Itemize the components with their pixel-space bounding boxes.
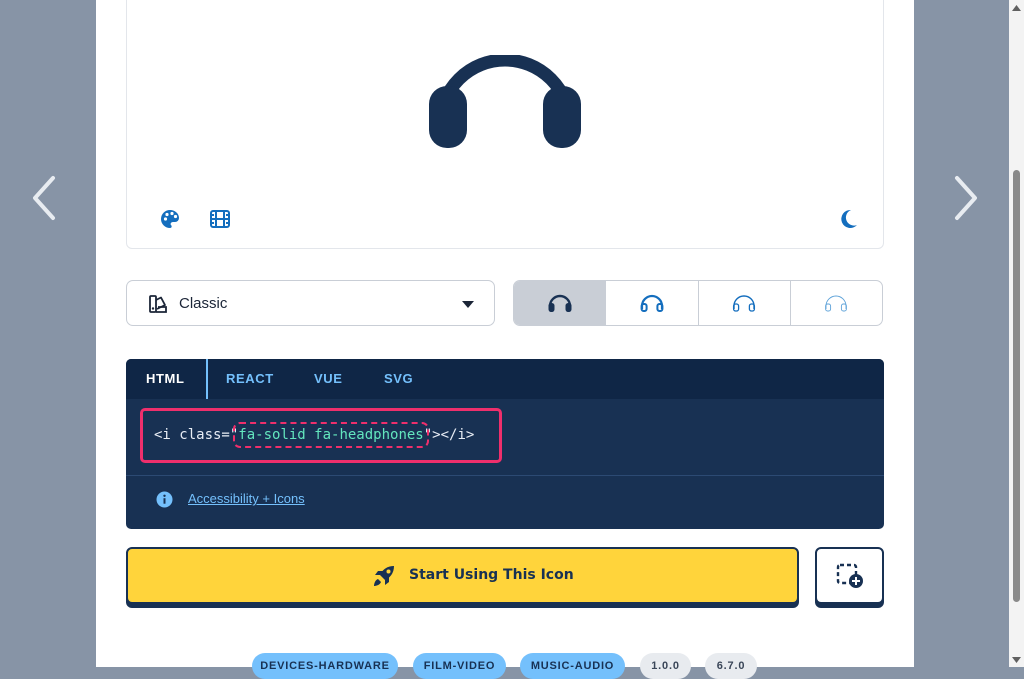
add-to-collection-button[interactable]: [815, 547, 884, 604]
snippet-prefix: <i class=": [154, 427, 239, 443]
style-select-value: Classic: [179, 295, 228, 312]
headphones-regular-icon: [640, 294, 664, 312]
previous-icon-button[interactable]: [24, 172, 64, 224]
code-snippet[interactable]: <i class="fa-solid fa-headphones"></i>: [154, 422, 475, 448]
film-icon[interactable]: [208, 207, 232, 231]
chevron-right-icon: [955, 176, 977, 220]
start-using-icon-label: Start Using This Icon: [409, 567, 574, 583]
info-icon: [156, 491, 173, 508]
chevron-left-icon: [33, 176, 55, 220]
tag-film-video[interactable]: FILM-VIDEO: [413, 653, 506, 679]
snippet-suffix: "></i>: [423, 427, 475, 443]
icon-preview-card: [126, 0, 884, 249]
tab-html[interactable]: HTML: [146, 359, 185, 399]
add-to-collection-icon: [836, 563, 863, 588]
tag-version-updated[interactable]: 6.7.0: [705, 653, 757, 679]
family-option-light[interactable]: [697, 281, 790, 325]
tab-svg[interactable]: SVG: [384, 359, 413, 399]
vertical-scrollbar[interactable]: [1009, 0, 1024, 667]
caret-down-icon: [462, 301, 474, 308]
moon-icon[interactable]: [837, 207, 861, 231]
headphones-thin-icon: [825, 295, 848, 312]
snippet-class-name[interactable]: fa-solid fa-headphones: [233, 422, 429, 448]
next-icon-button[interactable]: [946, 172, 986, 224]
tag-music-audio[interactable]: MUSIC-AUDIO: [520, 653, 625, 679]
code-divider: [126, 475, 884, 476]
tag-devices-hardware[interactable]: DEVICES-HARDWARE: [252, 653, 398, 679]
style-family-icon: [149, 295, 167, 313]
accessibility-link[interactable]: Accessibility + Icons: [188, 491, 305, 506]
tab-divider: [206, 359, 208, 399]
family-option-regular[interactable]: [605, 281, 697, 325]
icon-family-toggle: [513, 280, 883, 326]
headphones-solid-icon: [548, 294, 572, 312]
palette-icon[interactable]: [158, 207, 182, 231]
family-option-solid[interactable]: [514, 281, 606, 325]
rocket-icon: [374, 566, 394, 586]
scroll-down-arrow[interactable]: [1012, 655, 1021, 664]
tab-react[interactable]: REACT: [226, 359, 274, 399]
headphones-light-icon: [733, 295, 756, 312]
code-tabs: HTML REACT VUE SVG: [126, 359, 884, 399]
scrollbar-thumb[interactable]: [1013, 170, 1020, 602]
headphones-icon: [429, 55, 581, 148]
icon-style-select[interactable]: Classic: [126, 280, 495, 326]
code-snippet-box: HTML REACT VUE SVG <i class="fa-solid fa…: [126, 359, 884, 529]
scroll-up-arrow[interactable]: [1012, 3, 1021, 12]
tab-vue[interactable]: VUE: [314, 359, 343, 399]
family-option-thin[interactable]: [789, 281, 882, 325]
start-using-icon-button[interactable]: Start Using This Icon: [126, 547, 799, 604]
tag-version-added[interactable]: 1.0.0: [640, 653, 691, 679]
